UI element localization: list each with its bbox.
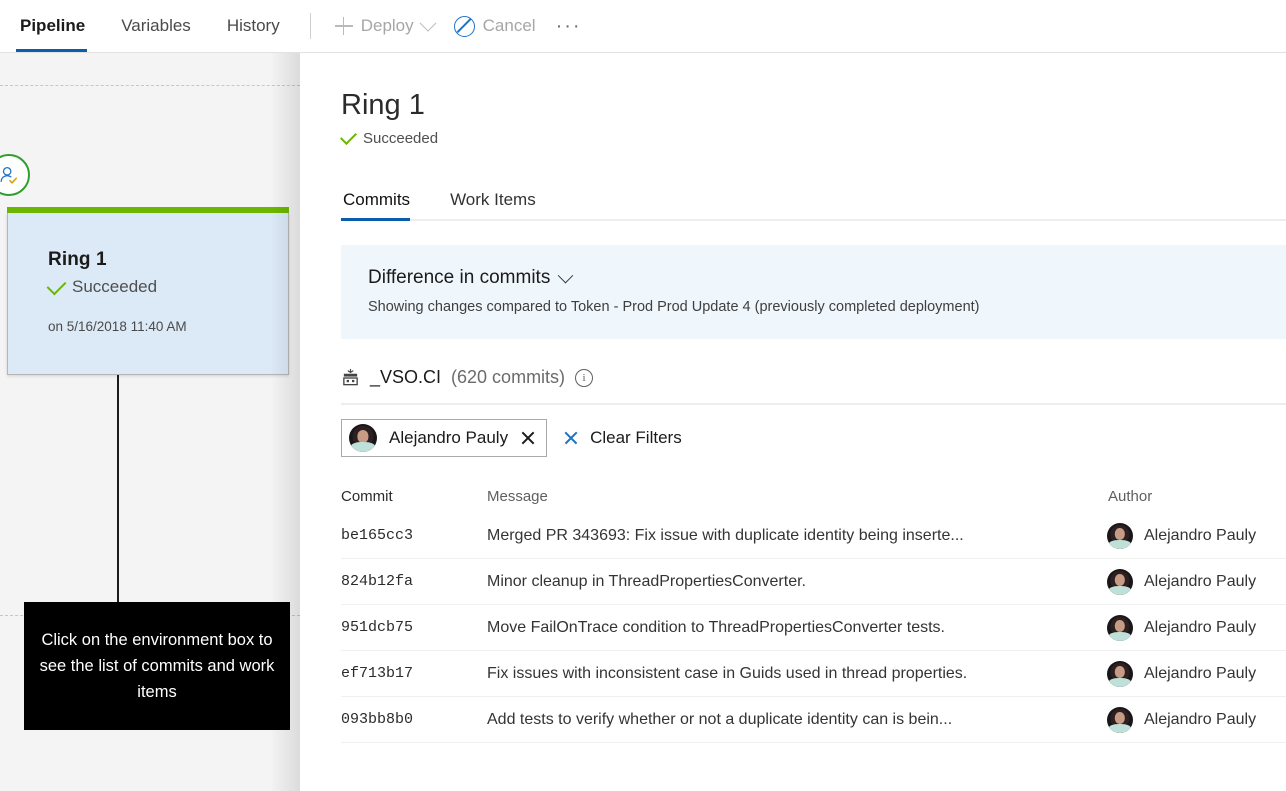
avatar [1107, 614, 1133, 641]
nav-tab-strip: Pipeline Variables History [0, 0, 298, 52]
cell-commit[interactable]: 951dcb75 [341, 619, 487, 636]
cell-author: Alejandro Pauly [1107, 706, 1286, 733]
cell-message: Merged PR 343693: Fix issue with duplica… [487, 526, 964, 544]
instruction-callout-text: Click on the environment box to see the … [39, 631, 275, 701]
repository-name[interactable]: _VSO.CI [370, 367, 441, 388]
deploy-button-label: Deploy [360, 16, 414, 35]
environment-card-status-bar [7, 207, 289, 213]
cancel-button[interactable]: Cancel [444, 8, 546, 44]
environment-name: Ring 1 [48, 249, 107, 270]
avatar [1107, 522, 1133, 549]
commits-table: Commit Message Author be165cc3 Merged PR… [341, 479, 1286, 743]
difference-in-commits-banner: Difference in commits Showing changes co… [341, 245, 1286, 339]
tab-variables-label: Variables [121, 16, 191, 35]
cell-author-name: Alejandro Pauly [1144, 664, 1257, 682]
check-icon [46, 275, 67, 295]
table-row[interactable]: ef713b17 Fix issues with inconsistent ca… [341, 651, 1286, 697]
chevron-down-icon [419, 14, 437, 32]
avatar [1107, 568, 1133, 595]
cell-author: Alejandro Pauly [1107, 660, 1286, 687]
cell-message: Move FailOnTrace condition to ThreadProp… [487, 618, 945, 636]
difference-in-commits-subtext: Showing changes compared to Token - Prod… [368, 299, 980, 315]
clear-filters-label: Clear Filters [590, 428, 682, 447]
detail-tab-strip: Commits Work Items [341, 183, 1286, 221]
deploy-button[interactable]: Deploy [325, 8, 444, 44]
pipeline-canvas: Ring 1 Succeeded on 5/16/2018 11:40 AM C… [0, 52, 300, 791]
tab-pipeline[interactable]: Pipeline [0, 0, 103, 52]
tab-variables[interactable]: Variables [103, 0, 209, 52]
commits-table-header: Commit Message Author [341, 479, 1286, 513]
repository-divider [341, 403, 1286, 405]
close-icon [563, 430, 579, 446]
clear-filters-button[interactable]: Clear Filters [563, 428, 682, 448]
build-definition-icon [341, 368, 360, 388]
cell-author-name: Alejandro Pauly [1144, 572, 1257, 590]
repository-row: _VSO.CI (620 commits) i [341, 367, 1286, 388]
cell-author: Alejandro Pauly [1107, 568, 1286, 595]
release-pipeline-page: Pipeline Variables History Deploy Cancel… [0, 0, 1286, 791]
column-header-author: Author [1108, 487, 1153, 505]
cell-commit[interactable]: be165cc3 [341, 527, 487, 544]
tab-work-items[interactable]: Work Items [448, 190, 544, 219]
difference-in-commits-heading: Difference in commits [368, 267, 551, 288]
tab-work-items-label: Work Items [450, 190, 536, 209]
tab-history-label: History [226, 16, 280, 35]
repository-commit-count: (620 commits) [451, 367, 566, 387]
table-row[interactable]: be165cc3 Merged PR 343693: Fix issue wit… [341, 513, 1286, 559]
more-actions-button[interactable]: ··· [546, 8, 592, 44]
cell-message: Fix issues with inconsistent case in Gui… [487, 664, 968, 682]
cell-commit[interactable]: 824b12fa [341, 573, 487, 590]
environment-detail-pane: Ring 1 Succeeded Commits Work Items Diff… [300, 52, 1286, 791]
circle-slash-icon [453, 15, 475, 37]
ellipsis-icon: ··· [555, 14, 582, 37]
check-icon [340, 128, 357, 145]
author-filter-label: Alejandro Pauly [389, 428, 509, 447]
environment-card-body: Ring 1 Succeeded on 5/16/2018 11:40 AM [8, 213, 288, 334]
deployment-status-label: Succeeded [363, 130, 439, 147]
approval-person-check-icon[interactable] [0, 154, 30, 196]
table-row[interactable]: 824b12fa Minor cleanup in ThreadProperti… [341, 559, 1286, 605]
environment-status: Succeeded [46, 275, 288, 297]
plus-icon [334, 17, 353, 35]
cell-author-name: Alejandro Pauly [1144, 618, 1257, 636]
column-header-message: Message [487, 487, 548, 505]
avatar [1107, 660, 1133, 687]
tab-pipeline-label: Pipeline [20, 16, 86, 35]
cell-author: Alejandro Pauly [1107, 614, 1286, 641]
cell-message: Minor cleanup in ThreadPropertiesConvert… [487, 572, 806, 590]
author-filter-chip[interactable]: Alejandro Pauly [341, 419, 548, 457]
cell-author: Alejandro Pauly [1107, 522, 1286, 549]
environment-card-ring-1[interactable]: Ring 1 Succeeded on 5/16/2018 11:40 AM [7, 207, 289, 375]
instruction-callout: Click on the environment box to see the … [24, 602, 290, 730]
toolbar: Pipeline Variables History Deploy Cancel… [0, 0, 1286, 52]
deployment-status: Succeeded [340, 128, 1286, 147]
cancel-button-label: Cancel [482, 16, 536, 35]
cell-author-name: Alejandro Pauly [1144, 710, 1257, 728]
canvas-dashed-rail-top [0, 85, 300, 86]
page-title: Ring 1 [341, 89, 425, 121]
cell-commit[interactable]: 093bb8b0 [341, 711, 487, 728]
info-icon[interactable]: i [575, 368, 594, 387]
table-row[interactable]: 951dcb75 Move FailOnTrace condition to T… [341, 605, 1286, 651]
environment-status-label: Succeeded [72, 277, 158, 296]
filter-row: Alejandro Pauly Clear Filters [341, 419, 1286, 457]
environment-timestamp: on 5/16/2018 11:40 AM [48, 319, 187, 334]
cell-author-name: Alejandro Pauly [1144, 526, 1257, 544]
tab-commits-label: Commits [343, 190, 411, 209]
difference-in-commits-toggle[interactable]: Difference in commits [368, 267, 574, 289]
tab-commits[interactable]: Commits [341, 190, 418, 221]
close-icon[interactable] [520, 430, 536, 446]
chevron-down-icon [558, 267, 574, 283]
tab-history[interactable]: History [209, 0, 298, 52]
pipeline-connector-line [117, 375, 119, 605]
avatar [1107, 706, 1133, 733]
table-row[interactable]: 093bb8b0 Add tests to verify whether or … [341, 697, 1286, 743]
column-header-commit: Commit [341, 487, 393, 505]
cell-commit[interactable]: ef713b17 [341, 665, 487, 682]
avatar [349, 424, 377, 452]
toolbar-divider [309, 13, 311, 39]
cell-message: Add tests to verify whether or not a dup… [487, 710, 953, 728]
